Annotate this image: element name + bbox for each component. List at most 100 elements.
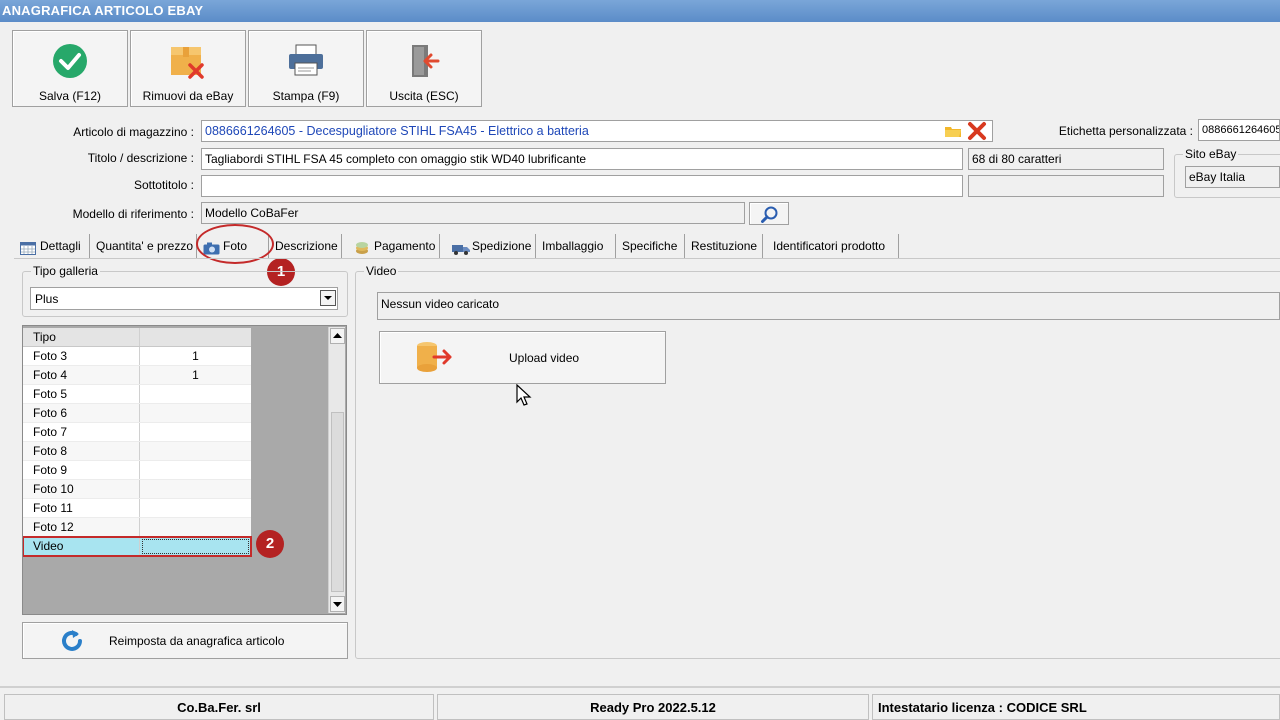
dropdown-arrow-icon[interactable] — [320, 290, 336, 306]
titolo-label: Titolo / descrizione : — [87, 151, 194, 165]
video-row[interactable]: Video — [23, 536, 252, 557]
grid-cell-value[interactable]: 1 — [140, 366, 251, 384]
upload-video-button[interactable]: Upload video — [379, 331, 666, 384]
grid-header-value — [140, 328, 251, 346]
modello-field: Modello CoBaFer — [201, 202, 745, 224]
grid-cell-value[interactable] — [140, 461, 251, 479]
etichetta-field[interactable]: 0886661264605 — [1198, 119, 1280, 141]
grid-cell-value[interactable] — [140, 442, 251, 460]
grid-cell-value[interactable]: 1 — [140, 347, 251, 365]
tab-descrizione[interactable]: Descrizione — [269, 234, 342, 258]
char-count-text: 68 di 80 caratteri — [972, 152, 1062, 166]
tab-label: Imballaggio — [542, 239, 604, 253]
grid-cell-value[interactable] — [140, 404, 251, 422]
grid-cell-tipo: Foto 6 — [23, 404, 140, 422]
grid-row[interactable]: Foto 31 — [23, 347, 251, 366]
grid-cell-value[interactable] — [140, 480, 251, 498]
remove-ebay-label: Rimuovi da eBay — [142, 89, 234, 103]
titolo-field[interactable]: Tagliabordi STIHL FSA 45 completo con om… — [201, 148, 963, 170]
gallery-label: Tipo galleria — [31, 264, 100, 278]
grid-cell-value[interactable] — [140, 423, 251, 441]
grid-cell-value[interactable] — [140, 518, 251, 536]
grid-row[interactable]: Foto 9 — [23, 461, 251, 480]
exit-button[interactable]: Uscita (ESC) — [366, 30, 482, 107]
etichetta-value: 0886661264605 — [1202, 124, 1280, 136]
status-company: Co.Ba.Fer. srl — [4, 694, 434, 720]
box-remove-icon — [131, 39, 245, 83]
tab-label: Restituzione — [691, 239, 758, 253]
tab-spedizione[interactable]: Spedizione — [440, 234, 536, 258]
grid-cell-tipo: Foto 7 — [23, 423, 140, 441]
tab-label: Dettagli — [40, 239, 81, 253]
save-button[interactable]: Salva (F12) — [12, 30, 128, 107]
video-group: Video — [355, 264, 1280, 659]
sottotitolo-field[interactable] — [201, 175, 963, 197]
grid-row[interactable]: Foto 5 — [23, 385, 251, 404]
scroll-up-arrow[interactable] — [330, 328, 345, 344]
sottotitolo-label: Sottotitolo : — [133, 178, 194, 192]
tab-label: Identificatori prodotto — [773, 239, 886, 253]
grid-row[interactable]: Foto 8 — [23, 442, 251, 461]
reset-button[interactable]: Reimposta da anagrafica articolo — [22, 622, 348, 659]
subtitle-extra-field — [968, 175, 1164, 197]
coins-icon — [354, 240, 370, 254]
sito-value: eBay Italia — [1189, 170, 1246, 184]
search-model-button[interactable] — [749, 202, 789, 225]
grid-cell-value[interactable] — [140, 499, 251, 517]
clear-icon[interactable] — [967, 121, 987, 144]
reset-label: Reimposta da anagrafica articolo — [109, 634, 285, 648]
printer-icon — [249, 39, 363, 83]
tab-dettagli[interactable]: Dettagli — [14, 234, 90, 258]
tab-identificatori-prodotto[interactable]: Identificatori prodotto — [763, 234, 899, 258]
tab-specifiche[interactable]: Specifiche — [616, 234, 685, 258]
grid-cell-tipo: Video — [23, 537, 140, 556]
step-marker-2: 2 — [256, 530, 284, 558]
window-title: ANAGRAFICA ARTICOLO EBAY — [0, 0, 1280, 22]
grid-row[interactable]: Foto 41 — [23, 366, 251, 385]
video-status-field: Nessun video caricato — [377, 292, 1280, 320]
tab-restituzione[interactable]: Restituzione — [685, 234, 763, 258]
remove-ebay-button[interactable]: Rimuovi da eBay — [130, 30, 246, 107]
status-divider — [0, 686, 1280, 688]
grid-row[interactable]: Foto 6 — [23, 404, 251, 423]
grid-scrollbar[interactable] — [328, 327, 345, 613]
tab-label: Quantita' e prezzo — [96, 239, 194, 253]
titolo-value: Tagliabordi STIHL FSA 45 completo con om… — [205, 152, 587, 166]
search-icon — [761, 206, 779, 226]
grid-cell-tipo: Foto 11 — [23, 499, 140, 517]
gallery-value: Plus — [35, 292, 59, 306]
grid-row[interactable]: Foto 12 — [23, 518, 251, 537]
scroll-thumb[interactable] — [331, 412, 344, 592]
tab-quantita-prezzo[interactable]: Quantita' e prezzo — [90, 234, 197, 258]
grid-cell-value[interactable] — [142, 539, 249, 554]
articolo-value: 0886661264605 - Decespugliatore STIHL FS… — [205, 124, 589, 138]
exit-door-icon — [367, 39, 481, 83]
grid-row[interactable]: Foto 7 — [23, 423, 251, 442]
video-label: Video — [364, 264, 399, 278]
video-status: Nessun video caricato — [381, 297, 500, 311]
grid-row[interactable]: Foto 11 — [23, 499, 251, 518]
tab-label: Descrizione — [275, 239, 338, 253]
gallery-select[interactable]: Plus — [30, 287, 338, 310]
articolo-field[interactable]: 0886661264605 - Decespugliatore STIHL FS… — [201, 120, 993, 142]
grid-cell-tipo: Foto 8 — [23, 442, 140, 460]
grid-row[interactable]: Foto 10 — [23, 480, 251, 499]
tab-imballaggio[interactable]: Imballaggio — [536, 234, 616, 258]
scroll-down-arrow[interactable] — [330, 596, 345, 612]
tab-bar: Dettagli Quantita' e prezzo Foto Descriz… — [14, 234, 899, 258]
sito-select[interactable]: eBay Italia — [1185, 166, 1280, 188]
articolo-label: Articolo di magazzino : — [73, 125, 194, 139]
grid-cell-value[interactable] — [140, 385, 251, 403]
tab-label: Spedizione — [472, 239, 532, 253]
calendar-icon — [20, 240, 36, 255]
truck-icon — [452, 240, 470, 255]
folder-icon[interactable] — [944, 124, 962, 141]
grid-cell-tipo: Foto 4 — [23, 366, 140, 384]
grid-cell-tipo: Foto 12 — [23, 518, 140, 536]
tab-pagamento[interactable]: Pagamento — [342, 234, 440, 258]
etichetta-label: Etichetta personalizzata : — [1058, 124, 1193, 138]
grid-cell-tipo: Foto 5 — [23, 385, 140, 403]
grid-header: Tipo — [23, 328, 251, 347]
print-button[interactable]: Stampa (F9) — [248, 30, 364, 107]
photo-grid: Tipo Foto 3 1 Foto 4 1 Foto 5 Foto 6 Foto 7 Fot… — [22, 325, 347, 615]
